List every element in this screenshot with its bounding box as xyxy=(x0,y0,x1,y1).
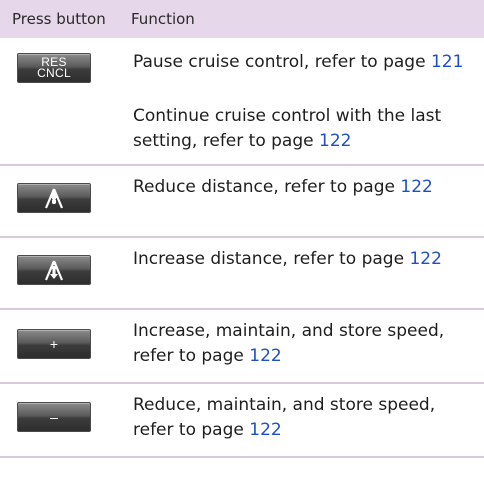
table-row: + Increase, maintain, and store speed, r… xyxy=(0,310,484,382)
table-row: Reduce distance, refer to page 122 xyxy=(0,166,484,236)
reduce-distance-button xyxy=(17,183,91,213)
page-link[interactable]: 122 xyxy=(249,346,281,366)
table-row: RES CNCL Pause cruise control, refer to … xyxy=(0,38,484,164)
function-description: Increase distance, refer to page 122 xyxy=(133,247,473,272)
column-header-function: Function xyxy=(131,10,195,28)
minus-button: – xyxy=(17,402,91,432)
function-description: Reduce distance, refer to page 122 xyxy=(133,175,473,200)
table-row: Increase distance, refer to page 122 xyxy=(0,238,484,308)
description-text: Increase, maintain, and store speed, ref… xyxy=(133,321,445,366)
function-description: Increase, maintain, and store speed, ref… xyxy=(133,319,473,369)
reduce-distance-icon xyxy=(44,188,64,209)
function-description: Reduce, maintain, and store speed, refer… xyxy=(133,393,473,443)
description-text: Reduce, maintain, and store speed, refer… xyxy=(133,395,436,440)
function-description: Pause cruise control, refer to page 121 xyxy=(133,50,473,75)
table-header: Press button Function xyxy=(0,0,484,38)
description-text: Reduce distance, refer to page xyxy=(133,177,401,197)
increase-distance-button xyxy=(17,255,91,285)
description-text: Continue cruise control with the last se… xyxy=(133,106,442,151)
table-row: – Reduce, maintain, and store speed, ref… xyxy=(0,384,484,456)
description-text: Increase distance, refer to page xyxy=(133,249,410,269)
page-link[interactable]: 122 xyxy=(400,177,432,197)
row-divider xyxy=(0,456,484,458)
description-text: Pause cruise control, refer to page xyxy=(133,52,431,72)
plus-icon: + xyxy=(49,336,59,352)
minus-icon: – xyxy=(50,409,58,425)
page-link[interactable]: 122 xyxy=(249,420,281,440)
column-header-press-button: Press button xyxy=(12,10,106,28)
increase-distance-icon xyxy=(44,260,64,281)
page-link[interactable]: 122 xyxy=(319,131,351,151)
function-description: Continue cruise control with the last se… xyxy=(133,104,473,154)
page-link[interactable]: 121 xyxy=(431,52,463,72)
page-link[interactable]: 122 xyxy=(409,249,441,269)
res-cncl-label: RES CNCL xyxy=(37,55,71,80)
plus-button: + xyxy=(17,329,91,359)
res-cncl-button: RES CNCL xyxy=(17,53,91,83)
